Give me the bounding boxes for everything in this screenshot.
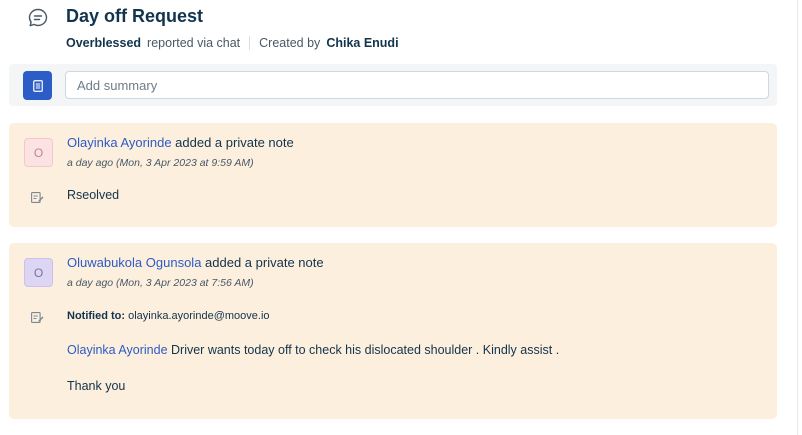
chat-bubble-icon	[28, 8, 48, 27]
note-body: Olayinka Ayorinde Driver wants today off…	[67, 343, 559, 357]
summary-bar	[9, 64, 777, 106]
edit-note-icon	[31, 312, 44, 323]
note-timestamp: a day ago (Mon, 3 Apr 2023 at 7:56 AM)	[67, 277, 254, 289]
ticket-meta: Overblessed reported via chat Created by…	[66, 36, 399, 50]
note-timestamp: a day ago (Mon, 3 Apr 2023 at 9:59 AM)	[67, 157, 254, 169]
note-author-link[interactable]: Olayinka Ayorinde	[67, 135, 172, 150]
avatar: O	[24, 138, 53, 167]
note-action-text: added a private note	[205, 255, 324, 270]
requester-name[interactable]: Overblessed	[66, 36, 141, 50]
mention-link[interactable]: Olayinka Ayorinde	[67, 343, 168, 357]
notified-to: Notified to: olayinka.ayorinde@moove.io	[67, 310, 270, 322]
document-icon	[32, 79, 43, 92]
reported-via-text: reported via chat	[147, 36, 241, 50]
notified-email: olayinka.ayorinde@moove.io	[128, 310, 270, 322]
created-by-label: Created by	[259, 36, 321, 50]
summary-button[interactable]	[23, 71, 52, 100]
avatar: O	[24, 258, 53, 287]
meta-divider	[249, 36, 251, 50]
private-note: O Oluwabukola Ogunsola added a private n…	[9, 243, 777, 419]
note-author-link[interactable]: Oluwabukola Ogunsola	[67, 255, 201, 270]
note-action-text: added a private note	[175, 135, 294, 150]
scrollbar-track[interactable]	[797, 0, 798, 435]
summary-input[interactable]	[65, 71, 769, 99]
note-closing: Thank you	[67, 379, 126, 393]
notified-label: Notified to:	[67, 310, 126, 322]
ticket-title: Day off Request	[66, 6, 204, 26]
note-header: Oluwabukola Ogunsola added a private not…	[67, 255, 324, 270]
creator-name[interactable]: Chika Enudi	[326, 36, 398, 50]
edit-note-icon	[31, 192, 44, 203]
note-body-text: Driver wants today off to check his disl…	[171, 343, 560, 357]
note-header: Olayinka Ayorinde added a private note	[67, 135, 294, 150]
note-body: Rseolved	[67, 188, 120, 202]
ticket-header: Day off Request Overblessed reported via…	[0, 0, 802, 60]
private-note: O Olayinka Ayorinde added a private note…	[9, 123, 777, 227]
